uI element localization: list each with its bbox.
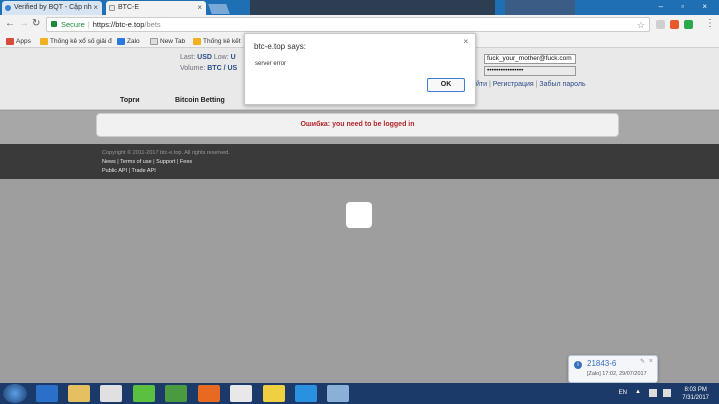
browser-titlebar: Verified by BQT - Cập nh × BTC-E × – ▫ × <box>0 0 719 15</box>
zalo-icon <box>117 38 125 45</box>
bookmark-zalo[interactable]: Zalo <box>117 37 140 46</box>
app-icon[interactable] <box>327 385 349 402</box>
tab-close-icon[interactable]: × <box>197 1 202 15</box>
background-window <box>250 0 495 15</box>
page-icon <box>109 5 115 11</box>
footer-link-trade-api[interactable]: Trade API <box>131 168 155 174</box>
nav-trading[interactable]: Торги <box>120 97 140 104</box>
footer-link-news[interactable]: News <box>102 159 116 165</box>
window-controls[interactable]: – ▫ × <box>659 2 715 11</box>
info-icon: i <box>574 361 582 369</box>
bookmark-icon <box>193 38 201 45</box>
tray-icon[interactable] <box>649 389 657 397</box>
star-icon[interactable]: ☆ <box>637 19 645 32</box>
dialog-title: btc-e.top says: <box>254 42 307 51</box>
zalo-icon[interactable] <box>295 385 317 402</box>
tab-verified-by-bqt[interactable]: Verified by BQT - Cập nh × <box>2 1 102 15</box>
close-icon[interactable]: × <box>649 358 653 365</box>
back-icon[interactable]: ← <box>5 18 15 29</box>
firefox-icon[interactable] <box>198 385 220 402</box>
ie-icon[interactable] <box>36 385 58 402</box>
bookmark-thong-ke-ket[interactable]: Thống kê kết <box>193 37 241 46</box>
url-path: /bets <box>144 20 161 29</box>
forgot-password-link[interactable]: Забыл пароль <box>539 81 585 88</box>
lock-icon <box>51 21 57 27</box>
loading-box <box>346 202 372 228</box>
last-price-line: Last: USD Low: U <box>180 54 236 61</box>
ok-button[interactable]: OK <box>427 78 465 92</box>
nav-bitcoin-betting[interactable]: Bitcoin Betting <box>175 97 225 104</box>
url-host: https://btc-e.top <box>92 20 145 29</box>
notification-detail: [Zalo] 17:02, 29/07/2017 <box>587 371 647 377</box>
extension-icon[interactable] <box>670 20 679 29</box>
clock[interactable]: 8:03 PM 7/31/2017 <box>682 386 709 402</box>
bookmark-thong-ke[interactable]: Thống kê xổ số giải đ <box>40 37 112 46</box>
pin-icon[interactable]: ✎ <box>640 358 645 365</box>
notification-number: 21843-6 <box>587 359 617 368</box>
tab-close-icon[interactable]: × <box>93 1 98 15</box>
error-message: Ошибка: you need to be logged in <box>96 113 619 137</box>
tab-title: Verified by BQT - Cập nh <box>14 4 92 11</box>
secure-label: Secure <box>61 20 85 29</box>
extension-icon[interactable] <box>684 20 693 29</box>
footer-link-fees[interactable]: Fees <box>180 159 192 165</box>
app-icon[interactable] <box>263 385 285 402</box>
app-icon[interactable] <box>165 385 187 402</box>
app-icon[interactable] <box>230 385 252 402</box>
error-band: Ошибка: you need to be logged in <box>0 111 719 144</box>
page-icon <box>150 38 158 45</box>
show-hidden-icons[interactable]: ▲ <box>635 389 641 395</box>
system-tray: EN ▲ 8:03 PM 7/31/2017 <box>599 383 719 404</box>
login-link[interactable]: йти <box>476 81 487 88</box>
chrome-icon[interactable] <box>100 385 122 402</box>
tab-title: BTC-E <box>118 4 139 11</box>
tab-btc-e[interactable]: BTC-E × <box>106 1 206 15</box>
bookmark-new-tab[interactable]: New Tab <box>150 37 185 46</box>
app-icon[interactable] <box>133 385 155 402</box>
volume-line: Volume: BTC / US <box>180 65 238 72</box>
new-tab-button[interactable] <box>208 4 230 14</box>
start-button[interactable] <box>3 384 27 403</box>
email-field[interactable]: fuck_your_mother@fuck.com <box>484 54 576 64</box>
copyright: Copyright © 2011-2017 btc-e.top. All rig… <box>102 150 230 156</box>
dialog-message: server error <box>255 61 287 67</box>
bookmark-apps[interactable]: Apps <box>6 37 31 46</box>
register-link[interactable]: Регистрация <box>493 81 534 88</box>
close-icon[interactable]: × <box>463 37 468 46</box>
menu-icon[interactable]: ⋮ <box>705 18 715 29</box>
footer-link-public-api[interactable]: Public API <box>102 168 127 174</box>
notification-popup[interactable]: i 21843-6 [Zalo] 17:02, 29/07/2017 ✎ × <box>568 355 658 383</box>
password-field[interactable]: •••••••••••••••• <box>484 66 576 76</box>
apps-icon <box>6 38 14 45</box>
auth-links: йти | Регистрация | Забыл пароль <box>476 81 586 88</box>
background-window <box>505 0 575 15</box>
folder-icon[interactable] <box>68 385 90 402</box>
taskbar: EN ▲ 8:03 PM 7/31/2017 <box>0 383 719 404</box>
reload-icon[interactable]: ↻ <box>32 18 40 29</box>
site-footer: Copyright © 2011-2017 btc-e.top. All rig… <box>0 144 719 179</box>
globe-icon <box>5 5 11 11</box>
forward-icon[interactable]: → <box>19 18 29 29</box>
language-indicator[interactable]: EN <box>619 390 627 396</box>
footer-link-terms[interactable]: Terms of use <box>120 159 151 165</box>
bookmark-icon <box>40 38 48 45</box>
browser-toolbar: ← → ↻ Secure | https://btc-e.top/bets ☆ ⋮ <box>0 15 719 35</box>
footer-link-support[interactable]: Support <box>156 159 175 165</box>
network-icon[interactable] <box>663 389 671 397</box>
alert-dialog: btc-e.top says: × server error OK <box>244 33 476 105</box>
extension-icon[interactable] <box>656 20 665 29</box>
address-bar[interactable]: Secure | https://btc-e.top/bets ☆ <box>46 17 650 32</box>
